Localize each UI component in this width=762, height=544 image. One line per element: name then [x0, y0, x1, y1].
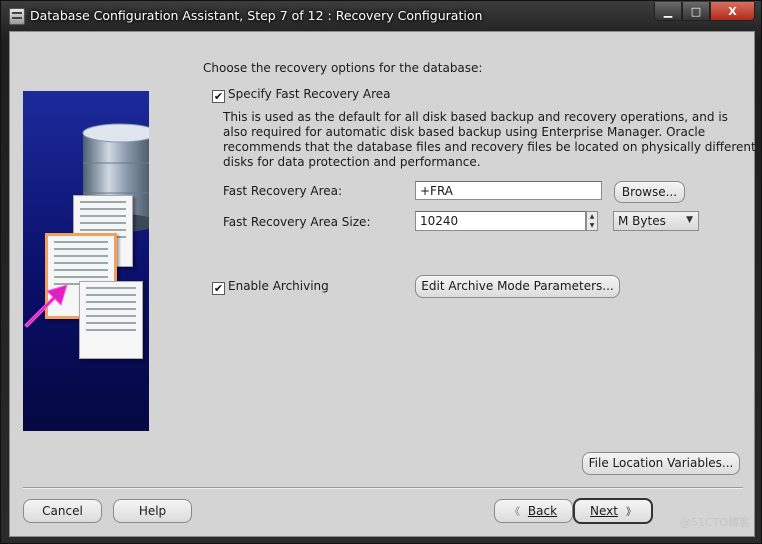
file-location-variables-button[interactable]: File Location Variables...	[582, 452, 740, 475]
fra-size-spinner[interactable]: ▲ ▼	[586, 211, 598, 231]
spin-up-icon[interactable]: ▲	[587, 212, 597, 221]
next-chevron-icon: 》	[625, 507, 636, 518]
minimize-button[interactable]: ▁	[654, 2, 682, 21]
enable-archiving-checkbox[interactable]: ✔ Enable Archiving	[212, 279, 329, 295]
watermark: @51CTO博客	[679, 516, 750, 529]
specify-fra-checkbox[interactable]: ✔ Specify Fast Recovery Area	[212, 87, 390, 103]
minimize-icon: ▁	[663, 4, 673, 18]
fra-description: This is used as the default for all disk…	[223, 110, 756, 170]
size-unit-value: M Bytes	[618, 214, 666, 228]
document-icon	[79, 281, 143, 359]
close-icon: X	[728, 4, 737, 18]
maximize-icon: □	[690, 4, 702, 18]
specify-fra-label: Specify Fast Recovery Area	[228, 87, 391, 101]
window-frame: Database Configuration Assistant, Step 7…	[0, 0, 762, 544]
instruction-text: Choose the recovery options for the data…	[203, 61, 483, 75]
checkbox-checked-icon: ✔	[212, 282, 225, 295]
cancel-button[interactable]: Cancel	[23, 499, 102, 523]
back-chevron-icon: 《	[509, 507, 520, 518]
fra-input[interactable]: +FRA	[415, 181, 602, 200]
description-line: This is used as the default for all disk…	[223, 110, 728, 124]
title-bar[interactable]: Database Configuration Assistant, Step 7…	[1, 1, 762, 31]
dropdown-arrow-icon: ▼	[686, 215, 693, 225]
help-button[interactable]: Help	[113, 499, 192, 523]
browse-button[interactable]: Browse...	[614, 181, 685, 203]
close-button[interactable]: X	[710, 2, 755, 21]
edit-archive-params-button[interactable]: Edit Archive Mode Parameters...	[415, 275, 620, 298]
footer-separator	[23, 487, 743, 489]
spin-down-icon[interactable]: ▼	[587, 221, 597, 230]
back-button[interactable]: 《 Back	[494, 499, 573, 523]
caption-buttons: ▁ □ X	[654, 2, 755, 21]
description-line: disks for data protection and performanc…	[223, 155, 481, 169]
description-line: recommends that the database files and r…	[223, 140, 756, 154]
next-label: Next	[590, 504, 618, 518]
window-title: Database Configuration Assistant, Step 7…	[30, 8, 483, 23]
app-icon	[9, 8, 25, 25]
checkbox-checked-icon: ✔	[212, 90, 225, 103]
illustration-database-files	[23, 91, 149, 431]
description-line: also required for automatic disk based b…	[223, 125, 706, 139]
enable-archiving-label: Enable Archiving	[228, 279, 329, 293]
fra-size-label: Fast Recovery Area Size:	[223, 215, 371, 229]
fra-size-input[interactable]: 10240	[415, 211, 586, 231]
next-button[interactable]: Next 》	[573, 498, 653, 524]
back-label: Back	[527, 504, 558, 518]
size-unit-select[interactable]: M Bytes ▼	[613, 211, 699, 231]
fra-label: Fast Recovery Area:	[223, 184, 343, 198]
maximize-button[interactable]: □	[682, 2, 710, 21]
arrow-icon	[24, 284, 68, 328]
dialog-content: Choose the recovery options for the data…	[9, 31, 756, 537]
